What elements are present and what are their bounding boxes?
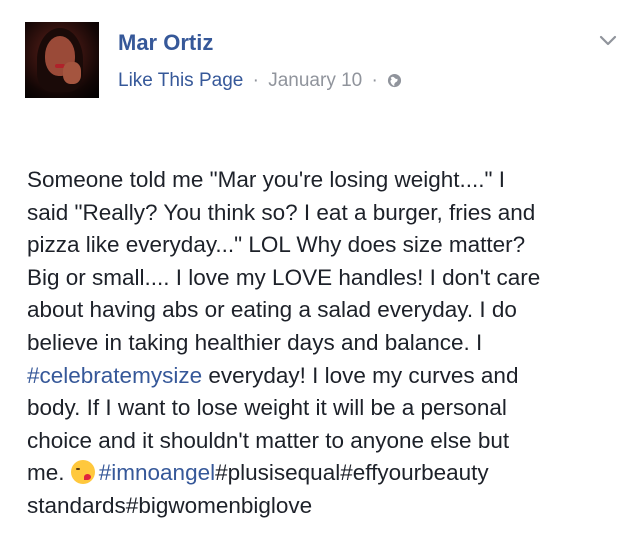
author-name-link[interactable]: Mar Ortiz — [118, 30, 213, 56]
post-text-line: body. If I want to lose weight it will b… — [27, 395, 507, 421]
kissing-face-emoji-icon — [70, 460, 95, 485]
avatar-hand — [63, 62, 81, 84]
post-date-link[interactable]: January 10 — [268, 70, 362, 91]
post-text-fragment: me. — [27, 460, 71, 486]
post-text-line: said "Really? You think so? I eat a burg… — [27, 199, 536, 225]
post-text-line: #celebratemysize everyday! I love my cur… — [27, 360, 617, 393]
post-body: Someone told me "Mar you're losing weigh… — [27, 164, 617, 523]
author-avatar[interactable] — [25, 22, 99, 98]
meta-separator: · — [252, 70, 259, 91]
globe-icon[interactable] — [387, 73, 402, 88]
post-text-line: standards#bigwomenbiglove — [27, 492, 313, 518]
post-text-fragment: #plusisequal#effyourbeauty — [215, 460, 489, 486]
hashtag-link[interactable]: #celebratemysize — [27, 363, 202, 388]
post-text-line: Someone told me "Mar you're losing weigh… — [27, 167, 505, 192]
chevron-down-icon[interactable] — [598, 34, 618, 48]
post-text-line: about having abs or eating a salad every… — [27, 297, 517, 323]
facebook-post: Mar Ortiz Like This Page · January 10 · … — [0, 0, 634, 534]
post-text-line: pizza like everyday..." LOL Why does siz… — [27, 232, 526, 258]
post-text-line: choice and it shouldn't matter to anyone… — [27, 427, 510, 453]
meta-separator: · — [371, 70, 378, 91]
post-text-line: believe in taking healthier days and bal… — [27, 329, 483, 355]
like-page-link[interactable]: Like This Page — [118, 70, 243, 91]
hashtag-link[interactable]: #imnoangel — [99, 460, 215, 485]
post-text-line: me. #imnoangel#plusisequal#effyourbeauty — [27, 457, 617, 490]
post-meta: Like This Page · January 10 · — [118, 70, 402, 92]
post-text-line: Big or small.... I love my LOVE handles!… — [27, 264, 541, 290]
post-text-fragment: everyday! I love my curves and — [202, 362, 519, 388]
